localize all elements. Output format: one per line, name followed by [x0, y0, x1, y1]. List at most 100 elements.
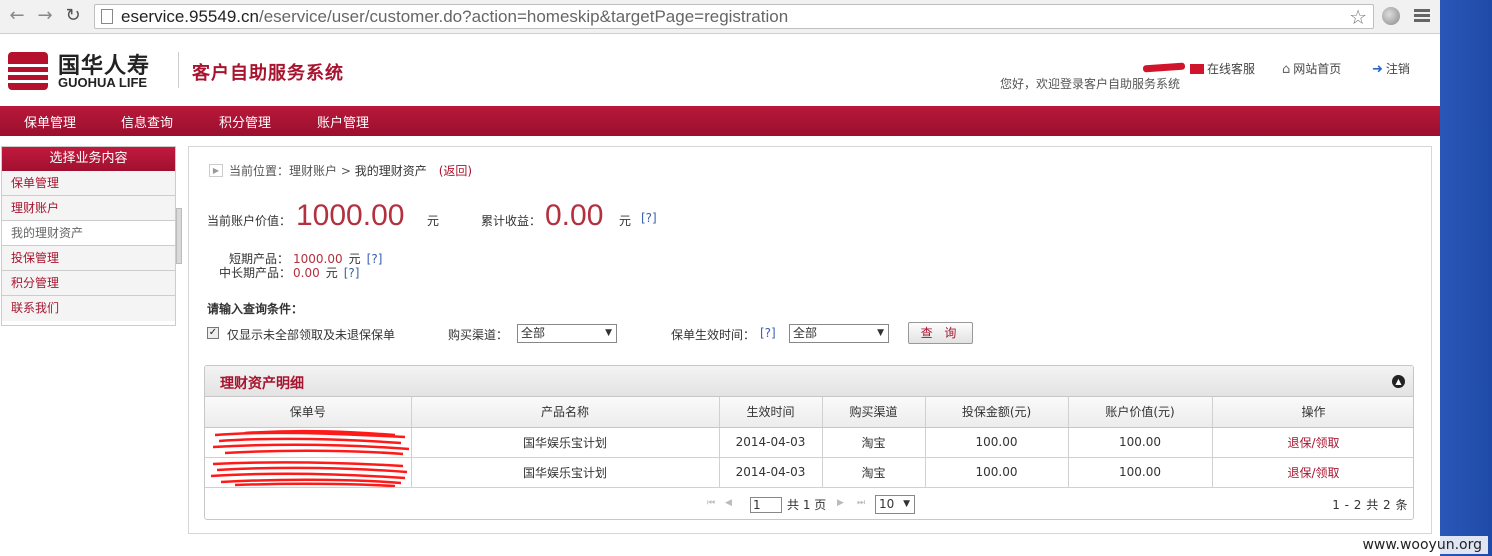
site-header: 国华人寿 GUOHUA LIFE 客户自助服务系统 在线客服 ⌂ 网站首页 ➜ 注销… — [0, 34, 1440, 106]
long-term-label: 中长期产品： — [219, 266, 292, 280]
bookmark-star-icon[interactable]: ☆ — [1349, 5, 1367, 29]
first-page-icon[interactable]: ⏮ — [707, 498, 715, 508]
earnings-unit: 元 — [619, 214, 632, 228]
short-term-help-link[interactable]: [?] — [367, 252, 383, 266]
page-size-value: 10 — [879, 497, 895, 511]
asset-table: 保单号 产品名称 生效时间 购买渠道 投保金额(元) 账户价值(元) 操作 国华… — [205, 397, 1413, 488]
browser-toolbar: ← → ↻ eservice.95549.cn/eservice/user/cu… — [0, 0, 1440, 34]
sidebar: 选择业务内容 保单管理 理财账户 我的理财资产 投保管理 积分管理 联系我们 — [1, 146, 176, 326]
surrender-withdraw-link[interactable]: 退保/领取 — [1212, 457, 1413, 488]
extension-globe-icon[interactable] — [1382, 7, 1400, 25]
effective-date-help-link[interactable]: [?] — [760, 326, 776, 340]
home-icon: ⌂ — [1282, 62, 1291, 77]
amount-cell: 100.00 — [925, 457, 1069, 488]
page-number-input[interactable]: 1 — [750, 497, 782, 513]
back-link[interactable]: (返回) — [439, 164, 472, 178]
back-arrow-icon[interactable]: ← — [6, 5, 28, 27]
table-header-row: 保单号 产品名称 生效时间 购买渠道 投保金额(元) 账户价值(元) 操作 — [205, 397, 1413, 428]
prev-page-icon[interactable]: ◀ — [725, 498, 732, 508]
account-value: 1000.00 — [296, 199, 405, 232]
effective-date-label: 保单生效时间： — [671, 328, 756, 342]
asset-detail-grid: 理财资产明细 ▲ 保单号 产品名称 生效时间 购买渠道 投保金额(元) 账户价值… — [204, 365, 1414, 520]
filter-checkbox-label[interactable]: 仅显示未全部领取及未退保保单 — [227, 326, 395, 343]
effective-date-select[interactable]: 全部 ▼ — [789, 324, 889, 343]
effective-date-cell: 2014-04-03 — [719, 457, 823, 488]
sidebar-item-insure-management[interactable]: 投保管理 — [2, 246, 175, 271]
record-range: 1 - 2 共 2 条 — [1332, 498, 1408, 512]
page-icon — [101, 9, 113, 24]
breadcrumb-current: 我的理财资产 — [354, 164, 427, 178]
channel-select[interactable]: 全部 ▼ — [517, 324, 617, 343]
last-page-icon[interactable]: ⏭ — [857, 498, 865, 508]
redacted-username — [1142, 62, 1186, 73]
content-panel: ▶ 当前位置：理财账户 > 我的理财资产 (返回) 当前账户价值： 1000.00… — [188, 146, 1432, 534]
query-button[interactable]: 查 询 — [908, 322, 973, 344]
account-value-label: 当前账户价值： — [207, 214, 292, 228]
home-link-label: 网站首页 — [1293, 62, 1342, 76]
system-title: 客户自助服务系统 — [192, 63, 344, 84]
home-link[interactable]: ⌂ 网站首页 — [1282, 60, 1341, 77]
sidebar-item-points-management[interactable]: 积分管理 — [2, 271, 175, 296]
collapse-icon[interactable]: ▲ — [1392, 375, 1405, 388]
nav-policy-management[interactable]: 保单管理 — [24, 112, 76, 131]
column-header[interactable]: 生效时间 — [719, 397, 823, 428]
sidebar-item-contact-us[interactable]: 联系我们 — [2, 296, 175, 321]
reload-icon[interactable]: ↻ — [62, 5, 84, 27]
total-pages: 共 1 页 — [787, 498, 827, 512]
column-header[interactable]: 操作 — [1212, 397, 1413, 428]
address-text[interactable]: eservice.95549.cn/eservice/user/customer… — [121, 7, 788, 27]
surrender-withdraw-link[interactable]: 退保/领取 — [1212, 427, 1413, 458]
long-term-row: 中长期产品： 0.00 元 [?] — [219, 264, 359, 281]
query-title: 请输入查询条件： — [207, 302, 304, 316]
online-service-label: 在线客服 — [1207, 62, 1256, 76]
sidebar-title: 选择业务内容 — [2, 147, 175, 171]
product-name-cell: 国华娱乐宝计划 — [411, 457, 720, 488]
pager: ⏮ ◀ 1 共 1 页 ▶ ⏭ 10 ▼ 1 - 2 共 2 条 — [205, 489, 1413, 519]
column-header[interactable]: 购买渠道 — [822, 397, 926, 428]
main-nav: 保单管理 信息查询 积分管理 账户管理 — [0, 106, 1440, 136]
amount-cell: 100.00 — [925, 427, 1069, 458]
column-header[interactable]: 投保金额(元) — [925, 397, 1069, 428]
earnings-value: 0.00 — [545, 199, 604, 232]
nav-points-management[interactable]: 积分管理 — [219, 112, 271, 131]
table-row: 国华娱乐宝计划 2014-04-03 淘宝 100.00 100.00 退保/领… — [205, 427, 1413, 458]
earnings-help-link[interactable]: [?] — [641, 211, 657, 225]
earnings-label: 累计收益： — [481, 214, 542, 228]
nav-info-query[interactable]: 信息查询 — [121, 112, 173, 131]
effective-date-select-value: 全部 — [793, 326, 818, 340]
nav-account-management[interactable]: 账户管理 — [317, 112, 369, 131]
logout-link[interactable]: ➜ 注销 — [1372, 60, 1410, 77]
filter-checkbox[interactable]: ✓ — [207, 327, 219, 339]
channel-cell: 淘宝 — [822, 427, 926, 458]
sidebar-item-policy-management[interactable]: 保单管理 — [2, 171, 175, 196]
channel-label: 购买渠道： — [448, 328, 509, 342]
sidebar-item-wealth-account[interactable]: 理财账户 — [2, 196, 175, 221]
desktop-background — [1440, 0, 1492, 556]
column-header[interactable]: 保单号 — [205, 397, 412, 428]
page: ← → ↻ eservice.95549.cn/eservice/user/cu… — [0, 0, 1440, 556]
breadcrumb: 当前位置：理财账户 > 我的理财资产 (返回) — [229, 162, 472, 179]
sidebar-collapse-handle[interactable] — [176, 208, 182, 264]
chevron-down-icon: ▼ — [903, 499, 910, 509]
table-row: 国华娱乐宝计划 2014-04-03 淘宝 100.00 100.00 退保/领… — [205, 457, 1413, 488]
forward-arrow-icon[interactable]: → — [34, 5, 56, 27]
chat-icon — [1190, 64, 1204, 74]
column-header[interactable]: 产品名称 — [411, 397, 720, 428]
watermark: www.wooyun.org — [1356, 536, 1488, 554]
url-path: /eservice/user/customer.do?action=homesk… — [258, 7, 789, 26]
header-divider — [178, 52, 179, 88]
browser-menu-icon[interactable] — [1414, 9, 1430, 23]
next-page-icon[interactable]: ▶ — [837, 498, 844, 508]
page-size-select[interactable]: 10 ▼ — [875, 495, 915, 514]
long-term-unit: 元 — [325, 266, 338, 280]
sidebar-item-my-assets[interactable]: 我的理财资产 — [2, 221, 175, 246]
online-service-link[interactable]: 在线客服 — [1190, 60, 1255, 77]
address-bar[interactable]: eservice.95549.cn/eservice/user/customer… — [94, 4, 1374, 29]
breadcrumb-prefix: 当前位置：理财账户 > — [229, 164, 355, 178]
product-name-cell: 国华娱乐宝计划 — [411, 427, 720, 458]
long-term-help-link[interactable]: [?] — [344, 266, 360, 280]
logout-arrow-icon: ➜ — [1372, 62, 1383, 77]
column-header[interactable]: 账户价值(元) — [1068, 397, 1213, 428]
welcome-message: 您好，欢迎登录客户自助服务系统 — [1000, 77, 1181, 91]
url-host: eservice.95549.cn — [121, 7, 259, 26]
